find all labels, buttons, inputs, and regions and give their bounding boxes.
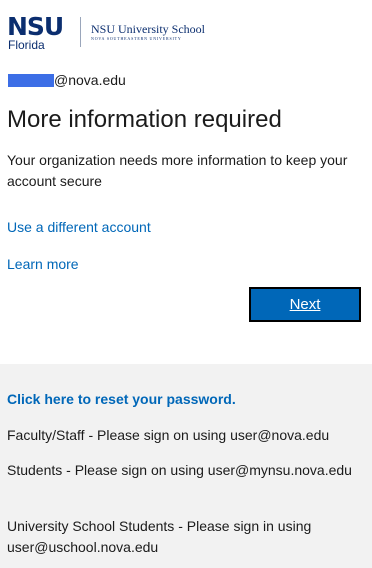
- account-email-domain: @nova.edu: [54, 72, 126, 88]
- university-school-title: NSU University School: [91, 22, 205, 36]
- university-school-subtitle: NOVA SOUTHEASTERN UNIVERSITY: [91, 36, 182, 41]
- students-instructions: Students - Please sign on using user@myn…: [7, 462, 352, 478]
- nsu-florida-logo: NSU Florida: [7, 14, 69, 51]
- logo-divider: [80, 17, 81, 47]
- nsu-logo-text: NSU: [7, 12, 64, 41]
- sign-in-card: NSU Florida NSU University School NOVA S…: [0, 0, 372, 364]
- university-school-logo: NSU University School NOVA SOUTHEASTERN …: [91, 23, 205, 41]
- university-school-students-instructions: University School Students - Please sign…: [7, 518, 312, 555]
- faculty-staff-instructions: Faculty/Staff - Please sign on using use…: [7, 427, 330, 443]
- redacted-username: [8, 73, 54, 87]
- page-title: More information required: [7, 106, 282, 133]
- learn-more-link[interactable]: Learn more: [7, 254, 79, 274]
- page-description: Your organization needs more information…: [7, 152, 348, 189]
- account-identity: @nova.edu: [8, 71, 126, 89]
- reset-password-link[interactable]: Click here to reset your password.: [7, 389, 236, 409]
- organization-logo: NSU Florida NSU University School NOVA S…: [7, 14, 205, 51]
- next-button[interactable]: Next: [249, 287, 361, 322]
- use-different-account-link[interactable]: Use a different account: [7, 217, 151, 237]
